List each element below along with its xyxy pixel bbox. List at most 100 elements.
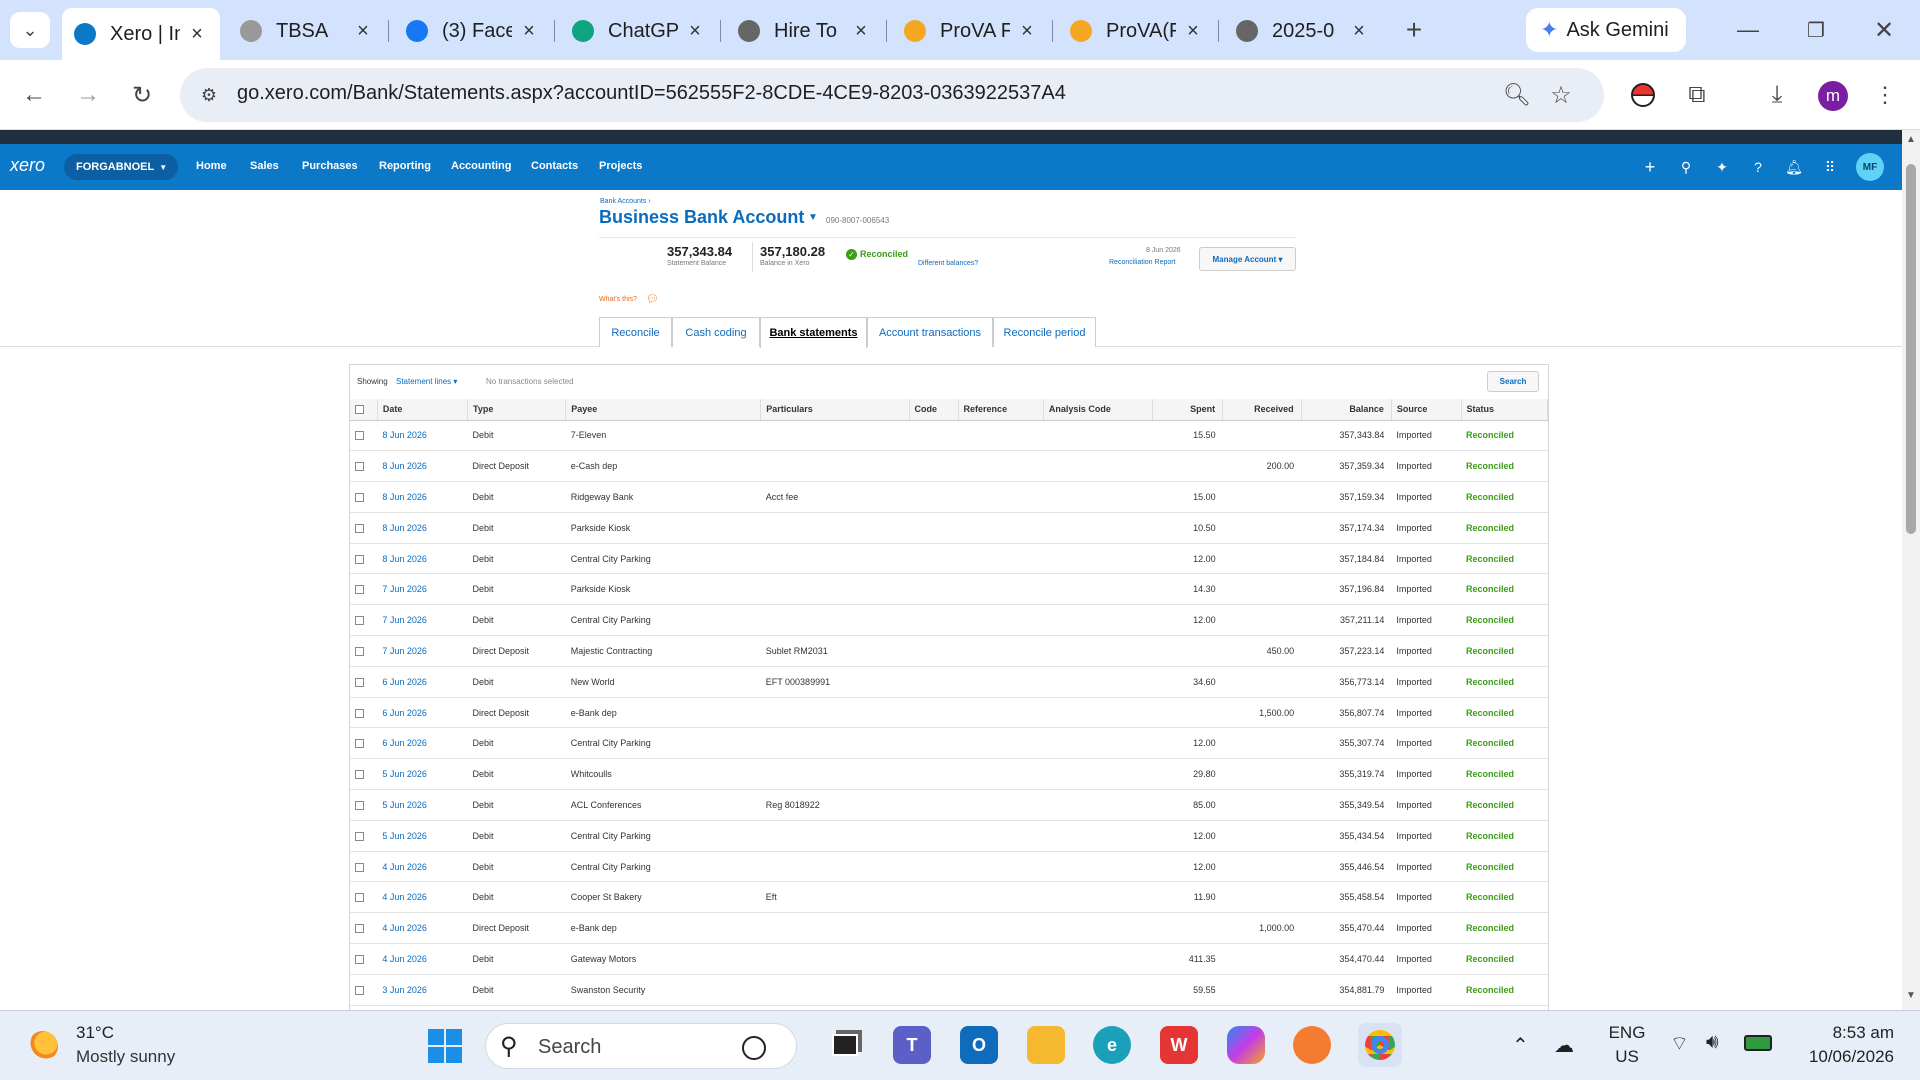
table-row[interactable]: 4 Jun 2026 Debit Central City Parking 12.00… [350,851,1548,883]
new-tab-icon[interactable]: + [1398,14,1430,46]
search-button[interactable]: Search [1487,371,1539,392]
cell-date[interactable]: 6 Jun 2026 [377,727,468,760]
cell-date[interactable]: 8 Jun 2026 [377,512,468,544]
table-row[interactable]: 6 Jun 2026 Debit Central City Parking 12.00… [350,727,1548,760]
extensions-puzzle-icon[interactable]: ⧉ [1682,80,1712,110]
row-checkbox[interactable] [355,462,364,472]
browser-tab-hire[interactable]: Hire To × [726,10,884,52]
column-header-spent[interactable]: Spent [1152,399,1224,421]
close-tab-icon[interactable]: × [518,20,540,43]
language-indicator[interactable]: ENG US [1604,1021,1650,1069]
close-tab-icon[interactable]: × [352,20,374,43]
task-view-icon[interactable] [826,1026,864,1064]
browser-tab-prova2[interactable]: ProVA(F × [1058,10,1216,52]
column-header-code[interactable]: Code [909,399,959,421]
url-text[interactable]: go.xero.com/Bank/Statements.aspx?account… [237,82,1066,105]
cell-date[interactable]: 7 Jun 2026 [377,573,468,606]
table-row[interactable]: 3 Jun 2026 Debit Swanston Security 59.55 354… [350,974,1548,1006]
reload-icon[interactable]: ↻ [124,77,160,113]
profile-avatar[interactable]: m [1818,81,1848,111]
wps-office-icon[interactable]: W [1160,1026,1198,1064]
table-row[interactable]: 7 Jun 2026 Debit Central City Parking 12.00… [350,604,1548,637]
close-tab-icon[interactable]: × [1182,20,1204,43]
onedrive-cloud-icon[interactable]: ☁ [1554,1033,1574,1058]
scroll-down-arrow[interactable]: ▼ [1906,990,1916,1001]
ask-gemini-button[interactable]: ✦ Ask Gemini [1526,8,1686,52]
table-row[interactable]: 5 Jun 2026 Debit ACL Conferences Reg 801892… [350,789,1548,821]
weather-widget[interactable]: 31°C Mostly sunny [28,1019,208,1073]
browser-tab-chatgpt[interactable]: ChatGP × [560,10,718,52]
tab-search-icon[interactable]: ⌄ [10,12,50,48]
edge-icon[interactable]: e [1093,1026,1131,1064]
tab-reconcile-period[interactable]: Reconcile period [993,317,1096,347]
close-tab-icon[interactable]: × [186,23,208,46]
cell-date[interactable]: 8 Jun 2026 [377,450,468,483]
page-scrollbar[interactable]: ▲ ▼ [1902,130,1920,1010]
close-tab-icon[interactable]: × [684,20,706,43]
browser-tab-xero[interactable]: Xero | In × [62,8,220,60]
column-header-type[interactable]: Type [467,399,567,421]
cell-date[interactable]: 5 Jun 2026 [377,789,468,821]
row-checkbox[interactable] [355,585,364,595]
row-checkbox[interactable] [355,739,364,749]
circle-app-icon[interactable] [1293,1026,1331,1064]
browser-tab-doc[interactable]: 2025-0 × [1224,10,1382,52]
table-row[interactable]: 8 Jun 2026 Debit Ridgeway Bank Acct fee 15.0… [350,481,1548,513]
browser-tab-prova[interactable]: ProVA F × [892,10,1050,52]
scroll-thumb[interactable] [1906,164,1916,534]
cell-date[interactable]: 8 Jun 2026 [377,543,468,575]
table-row[interactable]: 4 Jun 2026 Direct Deposit e-Bank dep 1,000.… [350,912,1548,945]
cell-date[interactable]: 7 Jun 2026 [377,604,468,637]
cell-date[interactable]: 4 Jun 2026 [377,943,468,975]
nav-accounting[interactable]: Accounting [451,160,512,172]
help-icon[interactable]: ? [1748,157,1768,177]
close-tab-icon[interactable]: × [1016,20,1038,43]
column-header-particulars[interactable]: Particulars [760,399,910,421]
notifications-bell-icon[interactable]: 🔔︎ [1784,157,1804,177]
browser-tab-tbsa[interactable]: TBSA × [228,10,386,52]
select-all-checkbox[interactable] [355,405,364,415]
row-checkbox[interactable] [355,893,364,903]
table-row[interactable]: 8 Jun 2026 Direct Deposit e-Cash dep 200.00… [350,450,1548,483]
close-tab-icon[interactable]: × [1348,20,1370,43]
volume-icon[interactable]: 🔊︎ [1706,1031,1719,1054]
close-tab-icon[interactable]: × [850,20,872,43]
table-row[interactable]: 6 Jun 2026 Debit New World EFT 000389991 34.… [350,666,1548,698]
nav-purchases[interactable]: Purchases [302,160,358,172]
close-window-icon[interactable]: ✕ [1864,14,1904,46]
different-balances-link[interactable]: Different balances? [918,260,978,267]
row-checkbox[interactable] [355,770,364,780]
wifi-icon[interactable]: ⌔ [1670,1031,1689,1056]
minimize-icon[interactable]: — [1728,14,1768,46]
scroll-up-arrow[interactable]: ▲ [1906,134,1916,145]
copilot-icon[interactable] [1227,1026,1265,1064]
clock[interactable]: 8:53 am 10/06/2026 [1794,1021,1894,1069]
row-checkbox[interactable] [355,862,364,872]
column-header-analysis-code[interactable]: Analysis Code [1043,399,1153,421]
bookmark-star-icon[interactable]: ☆ [1546,80,1576,110]
cell-date[interactable]: 4 Jun 2026 [377,912,468,945]
user-avatar[interactable]: MF [1856,153,1884,181]
cell-date[interactable]: 3 Jun 2026 [377,974,468,1006]
tab-account-transactions[interactable]: Account transactions [867,317,993,347]
zoom-icon[interactable]: 🔍︎ [1502,80,1532,110]
breadcrumb[interactable]: Bank Accounts › [600,198,651,205]
pokeball-extension-icon[interactable] [1628,80,1658,110]
search-icon[interactable]: ⚲ [1676,157,1696,177]
taskbar-search-box[interactable]: ⚲ Search [485,1023,797,1069]
row-checkbox[interactable] [355,523,364,533]
column-header-date[interactable]: Date [377,399,468,421]
row-checkbox[interactable] [355,647,364,657]
table-row[interactable]: 7 Jun 2026 Debit Parkside Kiosk 14.30 357,19… [350,573,1548,606]
table-row[interactable]: 8 Jun 2026 Debit 7-Eleven 15.50 357,343.84 Im… [350,420,1548,452]
whats-this-link[interactable]: What's this? [599,296,637,303]
nav-sales[interactable]: Sales [250,160,279,172]
row-checkbox[interactable] [355,616,364,626]
apps-grid-icon[interactable]: ⠿ [1820,157,1840,177]
nav-projects[interactable]: Projects [599,160,642,172]
chrome-icon[interactable] [1358,1023,1402,1067]
cell-date[interactable]: 8 Jun 2026 [377,481,468,513]
column-header-received[interactable]: Received [1222,399,1302,421]
table-row[interactable]: 8 Jun 2026 Debit Central City Parking 12.00… [350,543,1548,575]
row-checkbox[interactable] [355,708,364,718]
